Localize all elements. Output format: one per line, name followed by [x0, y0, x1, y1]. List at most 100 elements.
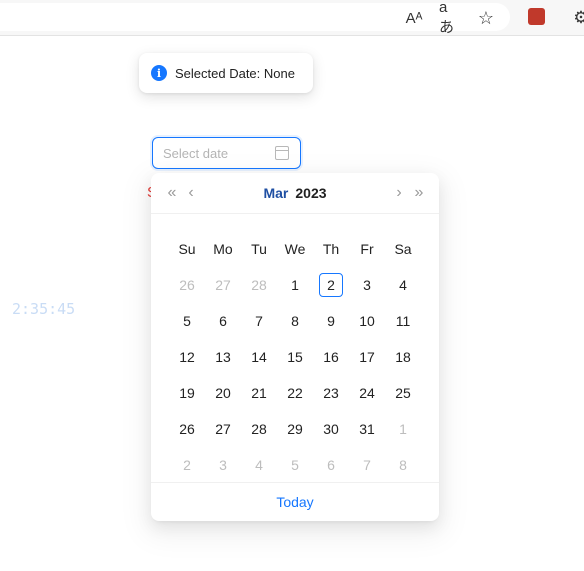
extensions-puzzle-icon[interactable]: ⚙	[570, 7, 584, 29]
today-button[interactable]: Today	[276, 494, 313, 510]
calendar-day-number: 10	[359, 313, 375, 329]
weekday-label: Tu	[251, 241, 267, 257]
weekday-label: Fr	[360, 241, 374, 257]
calendar-day-number: 26	[179, 277, 195, 293]
calendar-day[interactable]: 16	[313, 345, 349, 369]
calendar-day-number: 25	[395, 385, 411, 401]
calendar-day[interactable]: 18	[385, 345, 421, 369]
calendar-day-number: 20	[215, 385, 231, 401]
address-bar[interactable]	[0, 3, 510, 31]
calendar-day[interactable]: 9	[313, 309, 349, 333]
read-aloud-glyph: Aᴬ	[405, 9, 423, 27]
calendar-day[interactable]: 5	[169, 309, 205, 333]
calendar-day[interactable]: 2	[169, 453, 205, 477]
calendar-footer: Today	[151, 482, 439, 521]
weekday-label: Mo	[213, 241, 233, 257]
calendar-day-number: 4	[255, 457, 263, 473]
calendar-day-number: 27	[215, 421, 231, 437]
clock-text: 2:35:45	[12, 300, 76, 318]
weekday-label: Th	[322, 241, 340, 257]
calendar-day[interactable]: 6	[313, 453, 349, 477]
weekday-label: Sa	[394, 241, 412, 257]
calendar-day[interactable]: 27	[205, 273, 241, 297]
calendar-day[interactable]: 8	[277, 309, 313, 333]
toast-message: Selected Date: None	[175, 65, 295, 81]
favorites-glyph: ☆	[477, 7, 495, 28]
calendar-day-number: 11	[395, 313, 411, 329]
calendar-day[interactable]: 30	[313, 417, 349, 441]
calendar-day-number: 24	[359, 385, 375, 401]
calendar-day[interactable]: 5	[277, 453, 313, 477]
calendar-day[interactable]: 26	[169, 273, 205, 297]
calendar-week-row: 5 6 7 8 9 10 11	[169, 303, 421, 339]
info-icon: i	[151, 65, 167, 81]
calendar-day[interactable]: 7	[349, 453, 385, 477]
calendar-day[interactable]: 12	[169, 345, 205, 369]
month-button[interactable]: Mar	[263, 185, 288, 201]
calendar-day[interactable]: 4	[241, 453, 277, 477]
super-next-year-button[interactable]: »	[410, 183, 428, 203]
calendar-day-number: 2	[183, 457, 191, 473]
calendar-day-number: 23	[323, 385, 339, 401]
calendar-day-number: 2	[319, 273, 343, 297]
calendar-day[interactable]: 6	[205, 309, 241, 333]
calendar-day-number: 8	[291, 313, 299, 329]
calendar-day-number: 27	[215, 277, 231, 293]
calendar-day[interactable]: 22	[277, 381, 313, 405]
next-month-button[interactable]: ›	[390, 183, 408, 203]
calendar-day[interactable]: 13	[205, 345, 241, 369]
calendar-day[interactable]: 4	[385, 273, 421, 297]
calendar-day[interactable]: 1	[385, 417, 421, 441]
calendar-day-number: 18	[395, 349, 411, 365]
calendar-day[interactable]: 28	[241, 417, 277, 441]
calendar-icon	[275, 146, 289, 160]
calendar-week-row: 19 20 21 22 23 24 25	[169, 375, 421, 411]
calendar-day[interactable]: 23	[313, 381, 349, 405]
calendar-day[interactable]: 26	[169, 417, 205, 441]
calendar-day[interactable]: 14	[241, 345, 277, 369]
calendar-day[interactable]: 1	[277, 273, 313, 297]
calendar-day-number: 4	[399, 277, 407, 293]
calendar-day[interactable]: 31	[349, 417, 385, 441]
calendar-day[interactable]: 8	[385, 453, 421, 477]
calendar-day[interactable]: 7	[241, 309, 277, 333]
calendar-day[interactable]: 27	[205, 417, 241, 441]
calendar-day[interactable]: 21	[241, 381, 277, 405]
calendar-day[interactable]: 19	[169, 381, 205, 405]
calendar-day-number: 15	[287, 349, 303, 365]
calendar-day-number: 16	[323, 349, 339, 365]
browser-toolbar: Aᴬ aあ ☆ ⚙	[0, 0, 584, 36]
calendar-day[interactable]: 28	[241, 273, 277, 297]
calendar-day-number: 7	[363, 457, 371, 473]
calendar-day[interactable]: 24	[349, 381, 385, 405]
year-button[interactable]: 2023	[295, 185, 326, 201]
date-picker-input-wrapper[interactable]	[152, 137, 301, 169]
weekday-label: We	[284, 241, 306, 257]
calendar-grid: Su Mo Tu We Th Fr Sa 26 27 28 1 2 3 4 5 6 7 8 9 10 11…	[169, 231, 421, 483]
calendar-day[interactable]: 3	[205, 453, 241, 477]
calendar-day-number: 30	[323, 421, 339, 437]
translate-glyph: aあ	[439, 0, 455, 36]
calendar-day-number: 6	[327, 457, 335, 473]
calendar-day-number: 7	[255, 313, 263, 329]
calendar-day[interactable]: 3	[349, 273, 385, 297]
translate-icon[interactable]: aあ	[439, 0, 461, 36]
calendar-day-number: 28	[251, 277, 267, 293]
calendar-day[interactable]: 25	[385, 381, 421, 405]
calendar-day-number: 28	[251, 421, 267, 437]
favorites-icon[interactable]: ☆	[475, 7, 497, 29]
selected-date-toast: i Selected Date: None	[139, 53, 313, 93]
calendar-day[interactable]: 17	[349, 345, 385, 369]
calendar-day[interactable]: 20	[205, 381, 241, 405]
calendar-day[interactable]: 15	[277, 345, 313, 369]
calendar-day-number: 14	[251, 349, 267, 365]
calendar-day-number: 19	[179, 385, 195, 401]
date-input[interactable]	[163, 145, 269, 161]
calendar-day[interactable]: 29	[277, 417, 313, 441]
calendar-day[interactable]: 11	[385, 309, 421, 333]
read-aloud-icon[interactable]: Aᴬ	[403, 7, 425, 29]
extension-icon[interactable]	[528, 8, 545, 25]
calendar-day-number: 3	[363, 277, 371, 293]
calendar-day[interactable]: 10	[349, 309, 385, 333]
calendar-day-today[interactable]: 2	[313, 273, 349, 297]
